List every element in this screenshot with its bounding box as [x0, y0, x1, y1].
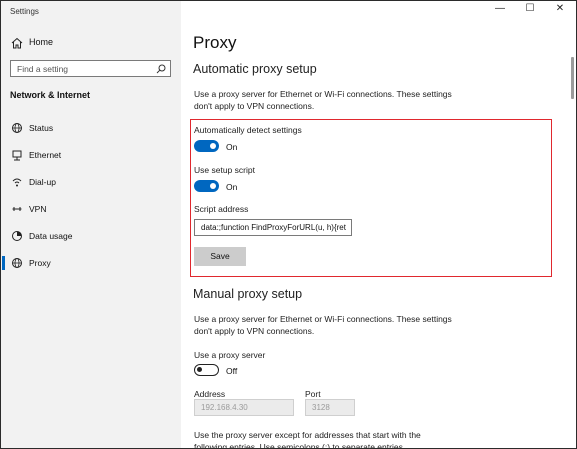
proxy-port-input[interactable]: 3128 — [305, 399, 355, 416]
use-proxy-toggle[interactable] — [194, 364, 219, 376]
proxy-address-value: 192.168.4.30 — [201, 403, 248, 412]
auto-proxy-heading: Automatic proxy setup — [193, 62, 317, 76]
search-icon — [156, 64, 166, 74]
sidebar-item-label: Status — [29, 123, 54, 133]
proxy-port-label: Port — [305, 389, 321, 399]
sidebar-item-proxy[interactable]: Proxy — [1, 252, 181, 274]
highlight-box — [190, 119, 552, 277]
sidebar-item-status[interactable]: Status — [1, 117, 181, 139]
home-label: Home — [29, 37, 54, 47]
proxy-globe-icon — [12, 258, 22, 268]
vpn-icon — [12, 207, 22, 211]
sidebar-item-label: Data usage — [29, 231, 73, 241]
section-title: Network & Internet — [10, 90, 91, 100]
sidebar-item-ethernet[interactable]: Ethernet — [1, 144, 181, 166]
sidebar: Settings Home Find a setting Network & I… — [1, 1, 181, 448]
manual-proxy-heading: Manual proxy setup — [193, 287, 303, 301]
proxy-exceptions-description: Use the proxy server except for addresse… — [194, 430, 421, 449]
ethernet-icon — [12, 150, 22, 161]
data-usage-icon — [12, 231, 22, 241]
sidebar-item-label: Dial-up — [29, 177, 56, 187]
dialup-icon — [12, 178, 22, 187]
proxy-port-value: 3128 — [312, 403, 330, 412]
sidebar-item-dialup[interactable]: Dial-up — [1, 171, 181, 193]
sidebar-item-home[interactable]: Home — [1, 33, 181, 53]
home-icon — [11, 37, 23, 49]
manual-proxy-description: Use a proxy server for Ethernet or Wi-Fi… — [194, 314, 452, 336]
proxy-address-label: Address — [194, 389, 226, 399]
page-title: Proxy — [193, 33, 237, 52]
sidebar-item-vpn[interactable]: VPN — [1, 198, 181, 220]
sidebar-item-label: VPN — [29, 204, 47, 214]
sidebar-item-label: Ethernet — [29, 150, 62, 160]
scrollbar[interactable] — [571, 57, 574, 99]
sidebar-item-data-usage[interactable]: Data usage — [1, 225, 181, 247]
sidebar-item-label: Proxy — [29, 258, 51, 268]
auto-proxy-description: Use a proxy server for Ethernet or Wi-Fi… — [194, 89, 452, 111]
window-title: Settings — [10, 7, 39, 16]
active-indicator — [2, 256, 5, 270]
proxy-address-input[interactable]: 192.168.4.30 — [194, 399, 294, 416]
use-proxy-state: Off — [226, 366, 238, 376]
search-placeholder: Find a setting — [17, 64, 69, 74]
globe-icon — [12, 123, 22, 133]
use-proxy-label: Use a proxy server — [194, 350, 266, 360]
search-input[interactable]: Find a setting — [10, 60, 171, 77]
